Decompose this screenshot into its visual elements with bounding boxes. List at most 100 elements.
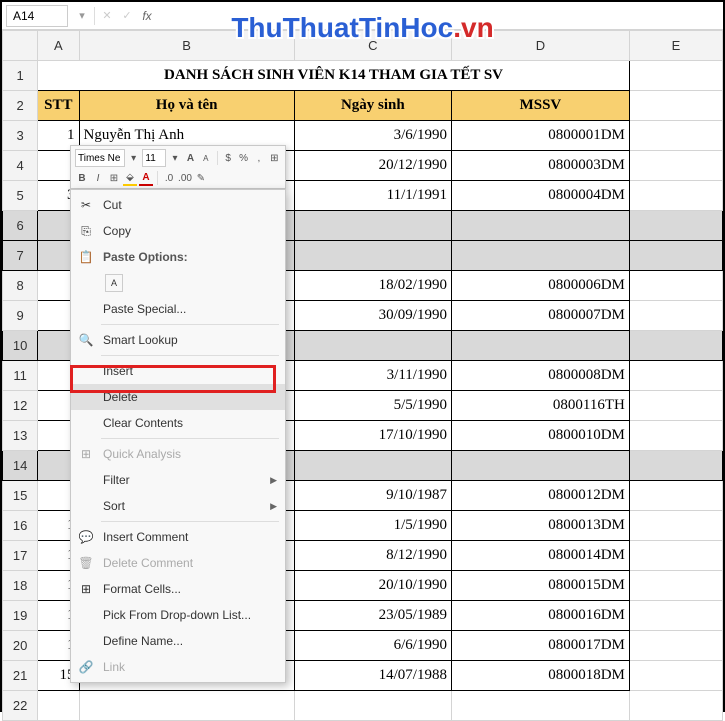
menu-insert[interactable]: Insert (71, 358, 285, 384)
row-header[interactable]: 21 (3, 661, 38, 691)
cell[interactable] (629, 511, 722, 541)
col-header-B[interactable]: B (79, 31, 294, 61)
cell-mssv[interactable]: 0800116TH (451, 391, 629, 421)
cell-mssv[interactable]: 0800001DM (451, 121, 629, 151)
cell[interactable] (629, 121, 722, 151)
cell-mssv[interactable]: 0800003DM (451, 151, 629, 181)
cell[interactable] (629, 481, 722, 511)
menu-delete[interactable]: Delete (71, 384, 285, 410)
cell[interactable] (629, 271, 722, 301)
cell-mssv[interactable]: 0800010DM (451, 421, 629, 451)
cell-dob[interactable]: 5/5/1990 (294, 391, 451, 421)
row-header[interactable]: 1 (3, 61, 38, 91)
cell-mssv[interactable] (451, 451, 629, 481)
cell-dob[interactable] (294, 451, 451, 481)
cell-mssv[interactable]: 0800016DM (451, 601, 629, 631)
header-name[interactable]: Họ và tên (79, 91, 294, 121)
cell-mssv[interactable]: 0800017DM (451, 631, 629, 661)
cell-mssv[interactable] (451, 331, 629, 361)
cell[interactable] (629, 691, 722, 721)
decrease-decimal-icon[interactable]: .0 (162, 170, 176, 186)
cell[interactable] (629, 631, 722, 661)
cell[interactable] (629, 661, 722, 691)
italic-icon[interactable]: I (91, 170, 105, 186)
cell[interactable] (294, 691, 451, 721)
cell[interactable] (629, 541, 722, 571)
row-header[interactable]: 13 (3, 421, 38, 451)
row-header[interactable]: 8 (3, 271, 38, 301)
header-stt[interactable]: STT (38, 91, 79, 121)
font-size-input[interactable] (142, 149, 166, 167)
menu-define-name[interactable]: Define Name... (71, 628, 285, 654)
cell-mssv[interactable]: 0800013DM (451, 511, 629, 541)
cell[interactable] (629, 571, 722, 601)
cell[interactable] (629, 301, 722, 331)
cell-dob[interactable]: 8/12/1990 (294, 541, 451, 571)
cell-dob[interactable] (294, 241, 451, 271)
row-header[interactable]: 17 (3, 541, 38, 571)
row-header[interactable]: 6 (3, 211, 38, 241)
cell-mssv[interactable]: 0800018DM (451, 661, 629, 691)
cell[interactable] (79, 691, 294, 721)
increase-decimal-icon[interactable]: .00 (178, 170, 192, 186)
cell-dob[interactable]: 23/05/1989 (294, 601, 451, 631)
header-dob[interactable]: Ngày sinh (294, 91, 451, 121)
currency-icon[interactable]: $ (221, 150, 234, 166)
row-header[interactable]: 15 (3, 481, 38, 511)
cell-dob[interactable]: 3/11/1990 (294, 361, 451, 391)
col-header-A[interactable]: A (38, 31, 79, 61)
chevron-down-icon[interactable]: ▾ (127, 150, 140, 166)
fill-color-icon[interactable]: ⬙ (123, 170, 137, 186)
menu-paste-special[interactable]: Paste Special... (71, 296, 285, 322)
cell[interactable] (629, 421, 722, 451)
row-header[interactable]: 22 (3, 691, 38, 721)
cell-mssv[interactable] (451, 241, 629, 271)
menu-insert-comment[interactable]: 💬Insert Comment (71, 524, 285, 550)
cell[interactable] (629, 331, 722, 361)
col-header-C[interactable]: C (294, 31, 451, 61)
select-all-corner[interactable] (3, 31, 38, 61)
cell[interactable] (629, 391, 722, 421)
row-header[interactable]: 16 (3, 511, 38, 541)
cell[interactable] (629, 211, 722, 241)
menu-clear-contents[interactable]: Clear Contents (71, 410, 285, 436)
chevron-down-icon[interactable]: ▾ (168, 150, 181, 166)
comma-icon[interactable]: , (252, 150, 265, 166)
col-header-D[interactable]: D (451, 31, 629, 61)
cell[interactable] (451, 691, 629, 721)
menu-smart-lookup[interactable]: 🔍Smart Lookup (71, 327, 285, 353)
cell-mssv[interactable]: 0800015DM (451, 571, 629, 601)
merge-icon[interactable]: ⊞ (268, 150, 281, 166)
cell-dob[interactable]: 20/10/1990 (294, 571, 451, 601)
row-header[interactable]: 11 (3, 361, 38, 391)
cell[interactable] (629, 451, 722, 481)
menu-pick-list[interactable]: Pick From Drop-down List... (71, 602, 285, 628)
col-header-E[interactable]: E (629, 31, 722, 61)
name-box[interactable] (6, 5, 68, 27)
name-box-dropdown-icon[interactable]: ▾ (72, 6, 92, 26)
cell[interactable] (629, 151, 722, 181)
row-header[interactable]: 18 (3, 571, 38, 601)
cell[interactable] (629, 241, 722, 271)
row-header[interactable]: 12 (3, 391, 38, 421)
cell-dob[interactable]: 9/10/1987 (294, 481, 451, 511)
menu-format-cells[interactable]: ⊞Format Cells... (71, 576, 285, 602)
cell-dob[interactable]: 30/09/1990 (294, 301, 451, 331)
cell-dob[interactable]: 3/6/1990 (294, 121, 451, 151)
decrease-font-icon[interactable]: A (199, 150, 212, 166)
cell-dob[interactable]: 11/1/1991 (294, 181, 451, 211)
cell-dob[interactable]: 20/12/1990 (294, 151, 451, 181)
row-header[interactable]: 14 (3, 451, 38, 481)
row-header[interactable]: 7 (3, 241, 38, 271)
cell[interactable] (629, 181, 722, 211)
cell[interactable] (38, 691, 79, 721)
cell[interactable] (629, 361, 722, 391)
cell-mssv[interactable] (451, 211, 629, 241)
border-icon[interactable]: ⊞ (107, 170, 121, 186)
cell[interactable] (629, 61, 722, 91)
cell-mssv[interactable]: 0800008DM (451, 361, 629, 391)
cell-dob[interactable] (294, 211, 451, 241)
row-header[interactable]: 19 (3, 601, 38, 631)
font-color-icon[interactable]: A (139, 170, 153, 186)
insert-function-icon[interactable]: fx (137, 6, 157, 26)
